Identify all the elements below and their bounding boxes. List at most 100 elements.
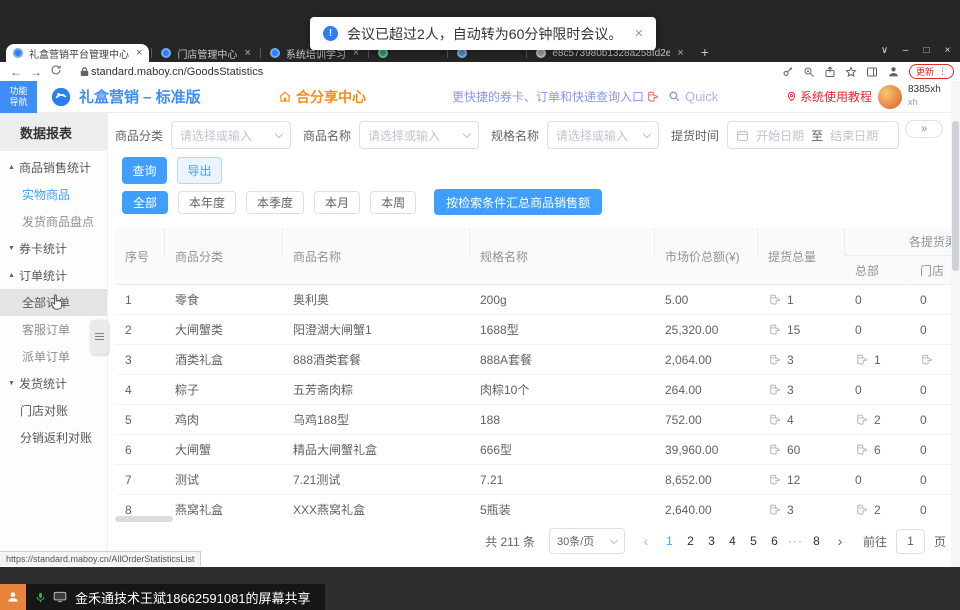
tab-close-icon[interactable]: × [136, 47, 142, 59]
search-button[interactable]: 查询 [122, 157, 167, 184]
export-button[interactable]: 导出 [177, 157, 222, 184]
page-size-select[interactable]: 30条/页 [549, 528, 625, 554]
more-filters-button[interactable]: » [905, 120, 943, 138]
prev-page-button[interactable]: ‹ [637, 533, 655, 549]
tutorial-link[interactable]: 系统使用教程 [786, 88, 872, 105]
user-avatar[interactable] [878, 85, 902, 109]
sidebar-collapse-handle[interactable] [90, 320, 108, 354]
filter-select[interactable]: 请选择或输入 [359, 121, 479, 149]
forward-icon[interactable]: → [26, 65, 46, 79]
pickup-hand-icon[interactable] [920, 353, 933, 366]
maximize-icon[interactable]: □ [918, 45, 935, 56]
microphone-icon[interactable] [35, 591, 46, 604]
page-number[interactable]: 2 [680, 534, 701, 548]
user-info[interactable]: 8385xh xh [908, 84, 941, 108]
toast-close-icon[interactable]: × [634, 25, 643, 42]
cell-no: 8 [115, 503, 165, 516]
pickup-hand-icon[interactable] [768, 503, 781, 515]
browser-tab[interactable]: 礼盒营销平台管理中心× [6, 44, 149, 62]
cell-value: 0 [920, 503, 927, 516]
sidebar-item[interactable]: 门店对账 [0, 397, 107, 424]
cell-value: 0 [920, 443, 927, 457]
cell-category: 大闸蟹类 [165, 321, 283, 338]
vertical-scrollbar[interactable] [951, 81, 960, 567]
range-button[interactable]: 本年度 [178, 191, 236, 214]
sidebar-item[interactable]: ▲订单统计 [0, 262, 107, 289]
filter-select[interactable]: 请选择或输入 [171, 121, 291, 149]
browser-tab[interactable]: 门店管理中心 × [154, 44, 257, 62]
tab-close-icon[interactable]: × [677, 47, 683, 59]
pickup-hand-icon[interactable] [768, 323, 781, 336]
date-range-picker[interactable]: 开始日期至结束日期 [727, 121, 899, 149]
key-icon[interactable] [782, 66, 794, 78]
browser-update-button[interactable]: 更新 ⋮ [909, 64, 954, 79]
menu-dots-icon[interactable]: ⋮ [938, 66, 947, 77]
tab-close-icon[interactable]: × [244, 47, 250, 59]
page-number[interactable]: 3 [701, 534, 722, 548]
pickup-hand-icon[interactable] [768, 473, 781, 486]
filter-label: 商品分类 [115, 127, 163, 144]
pickup-hand-icon[interactable] [855, 443, 868, 456]
sidebar-item[interactable]: 实物商品 [0, 181, 107, 208]
page-number[interactable]: 4 [722, 534, 743, 548]
summary-button[interactable]: 按检索条件汇总商品销售额 [434, 189, 602, 215]
pickup-hand-icon[interactable] [855, 503, 868, 515]
page-number[interactable]: 1 [659, 534, 680, 548]
sidebar-item[interactable]: ▲商品销售统计 [0, 154, 107, 181]
cell-name: 奥利奥 [283, 291, 470, 308]
horizontal-scrollbar[interactable] [115, 516, 960, 522]
range-button[interactable]: 本周 [370, 191, 416, 214]
sidebar-item[interactable]: 发货商品盘点 [0, 208, 107, 235]
share-icon[interactable] [824, 66, 836, 78]
reload-icon[interactable] [46, 64, 66, 79]
sidebar-item[interactable]: 分销返利对账 [0, 424, 107, 451]
pickup-hand-icon[interactable] [855, 413, 868, 426]
tab-title: 门店管理中心 [177, 46, 237, 61]
bookmark-star-icon[interactable] [845, 66, 857, 78]
profile-icon[interactable] [887, 65, 900, 78]
url-text[interactable]: standard.maboy.cn/GoodsStatistics [91, 66, 263, 78]
minimize-icon[interactable]: – [897, 45, 914, 56]
cell-amount: 2,064.00 [655, 353, 758, 367]
quick-label[interactable]: Quick [685, 89, 718, 104]
lock-icon[interactable] [80, 66, 89, 77]
vertical-scrollbar-thumb[interactable] [952, 121, 959, 271]
page-number[interactable]: 6 [764, 534, 785, 548]
new-tab-button[interactable]: + [701, 44, 709, 60]
zoom-icon[interactable] [803, 66, 815, 78]
end-date-placeholder[interactable]: 结束日期 [830, 127, 878, 144]
page-ellipsis[interactable]: ··· [785, 534, 806, 548]
tab-search-icon[interactable]: ∨ [876, 45, 893, 56]
cell-amount: 5.00 [655, 293, 758, 307]
share-center-link[interactable]: 合分享中心 [278, 87, 366, 107]
screen-share-icon[interactable] [53, 591, 67, 603]
pickup-hand-icon[interactable] [768, 293, 781, 306]
start-date-placeholder[interactable]: 开始日期 [756, 127, 804, 144]
pickup-hand-icon[interactable] [768, 353, 781, 366]
window-close-icon[interactable]: × [939, 45, 956, 56]
address-bar-actions: 更新 ⋮ [782, 64, 960, 79]
cell-hq: 0 [845, 473, 910, 487]
page-number[interactable]: 8 [806, 534, 827, 548]
next-page-button[interactable]: › [831, 533, 849, 549]
side-panel-icon[interactable] [866, 66, 878, 78]
pickup-hand-icon[interactable] [768, 443, 781, 456]
pickup-hand-icon[interactable] [768, 413, 781, 426]
range-button[interactable]: 全部 [122, 191, 168, 214]
sidebar-item[interactable]: ▼券卡统计 [0, 235, 107, 262]
pickup-hand-icon[interactable] [768, 383, 781, 396]
goto-page-input[interactable] [896, 529, 925, 554]
range-button[interactable]: 本季度 [246, 191, 304, 214]
page-number[interactable]: 5 [743, 534, 764, 548]
scrollbar-thumb[interactable] [115, 516, 173, 522]
filter-select[interactable]: 请选择或输入 [547, 121, 659, 149]
back-icon[interactable]: ← [6, 65, 26, 79]
function-nav-button[interactable]: 功能 导航 [0, 81, 37, 113]
cell-category: 粽子 [165, 381, 283, 398]
quick-search-icon[interactable] [668, 90, 681, 103]
page-size-value: 30条/页 [557, 533, 594, 549]
cell-category: 鸡肉 [165, 411, 283, 428]
range-button[interactable]: 本月 [314, 191, 360, 214]
sidebar-item[interactable]: ▼发货统计 [0, 370, 107, 397]
pickup-hand-icon[interactable] [855, 353, 868, 366]
